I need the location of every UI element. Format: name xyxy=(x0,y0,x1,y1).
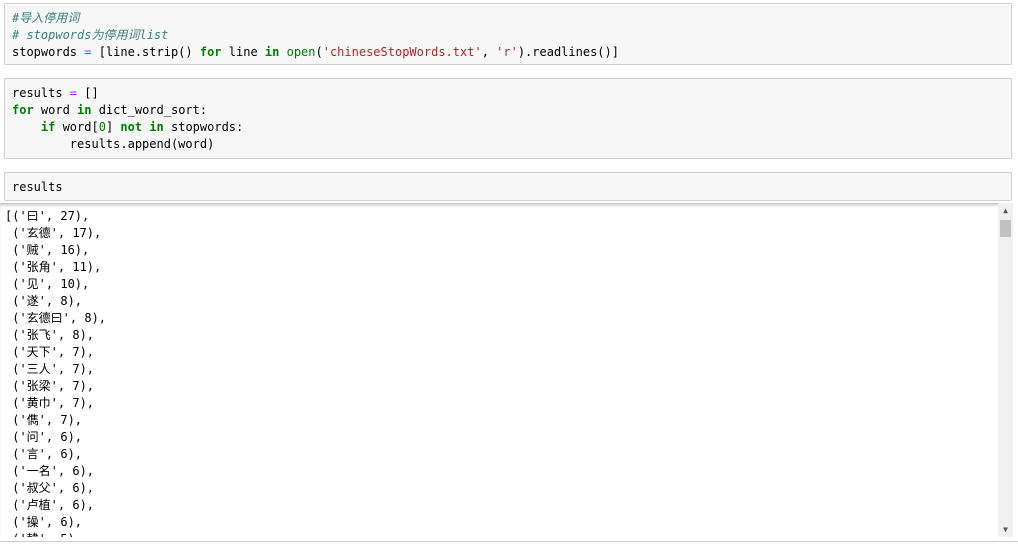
code-token: line xyxy=(221,45,265,59)
output-line: ('操', 6), xyxy=(5,515,83,529)
output-line: ('问', 6), xyxy=(5,430,83,444)
code-token: in xyxy=(149,120,164,134)
output-line: ('卢植', 6), xyxy=(5,498,95,512)
code-cell-filter-results[interactable]: results = [] for word in dict_word_sort:… xyxy=(4,78,1012,159)
output-text: [('曰', 27), ('玄德', 17), ('贼', 16), ('张角'… xyxy=(5,208,106,537)
code-token: 'chineseStopWords.txt' xyxy=(322,45,482,59)
output-line: ('张飞', 8), xyxy=(5,328,95,342)
code-line: for word in dict_word_sort: xyxy=(12,103,207,117)
output-line: ('见', 10), xyxy=(5,277,90,291)
code-token: = xyxy=(69,86,78,100)
code-token: ] xyxy=(105,120,121,134)
code-token: [] xyxy=(77,86,99,100)
comment-line: # stopwords为停用词list xyxy=(12,28,169,42)
code-token: if xyxy=(40,120,56,134)
scrollbar-thumb[interactable] xyxy=(1000,220,1011,237)
comment-line: #导入停用词 xyxy=(12,11,80,25)
code-token: stopwords: xyxy=(163,120,244,134)
code-line: results xyxy=(12,180,63,194)
output-line: ('天下', 7), xyxy=(5,345,95,359)
output-line: ('玄德', 17), xyxy=(5,226,102,240)
code-token: dict_word_sort: xyxy=(91,103,208,117)
output-area[interactable]: [('曰', 27), ('玄德', 17), ('贼', 16), ('张角'… xyxy=(0,203,1013,537)
output-line: [('曰', 27), xyxy=(5,209,90,223)
output-line: ('一名', 6), xyxy=(5,464,95,478)
code-cell-import-stopwords[interactable]: #导入停用词 # stopwords为停用词list stopwords = [… xyxy=(4,3,1012,65)
code-token: [line.strip() xyxy=(91,45,200,59)
code-line: results.append(word) xyxy=(12,137,215,151)
code-token: word[ xyxy=(55,120,99,134)
code-token: ).readlines()] xyxy=(517,45,619,59)
output-line: ('张角', 11), xyxy=(5,260,102,274)
code-token: ( xyxy=(315,45,323,59)
code-token: results xyxy=(12,86,70,100)
code-editor[interactable]: results xyxy=(12,179,63,196)
code-token: for xyxy=(12,103,34,117)
code-editor[interactable]: results = [] for word in dict_word_sort:… xyxy=(12,85,243,153)
output-line: ('贼', 16), xyxy=(5,243,90,257)
code-token: 'r' xyxy=(496,45,518,59)
code-token: , xyxy=(481,45,497,59)
output-line: ('言', 6), xyxy=(5,447,83,461)
output-line: ('张梁', 7), xyxy=(5,379,95,393)
code-token: in xyxy=(264,45,280,59)
output-line: ('叔父', 6), xyxy=(5,481,95,495)
output-line: ('儁', 7), xyxy=(5,413,83,427)
code-editor[interactable]: #导入停用词 # stopwords为停用词list stopwords = [… xyxy=(12,10,619,61)
output-line: ('遂', 8), xyxy=(5,294,83,308)
code-line: results = [] xyxy=(12,86,99,100)
divider xyxy=(0,541,1018,542)
code-token: 0 xyxy=(98,120,106,134)
code-token: stopwords xyxy=(12,45,85,59)
code-token: word xyxy=(33,103,78,117)
code-token: in xyxy=(77,103,92,117)
code-line: stopwords = [line.strip() for line in op… xyxy=(12,45,619,59)
output-line: ('韓', 5), xyxy=(5,532,82,537)
code-line: if word[0] not in stopwords: xyxy=(12,120,243,134)
scroll-up-arrow-icon[interactable]: ▲ xyxy=(998,203,1013,218)
scroll-down-arrow-icon[interactable]: ▼ xyxy=(998,522,1013,537)
code-cell-results[interactable]: results xyxy=(4,172,1012,201)
output-scrollbar[interactable]: ▲ ▼ xyxy=(998,203,1013,537)
code-token: for xyxy=(199,45,222,59)
code-token: not xyxy=(120,120,143,134)
output-line: ('玄德曰', 8), xyxy=(5,311,107,325)
code-token: open xyxy=(286,45,316,59)
output-line: ('三人', 7), xyxy=(5,362,95,376)
output-line: ('黄巾', 7), xyxy=(5,396,95,410)
